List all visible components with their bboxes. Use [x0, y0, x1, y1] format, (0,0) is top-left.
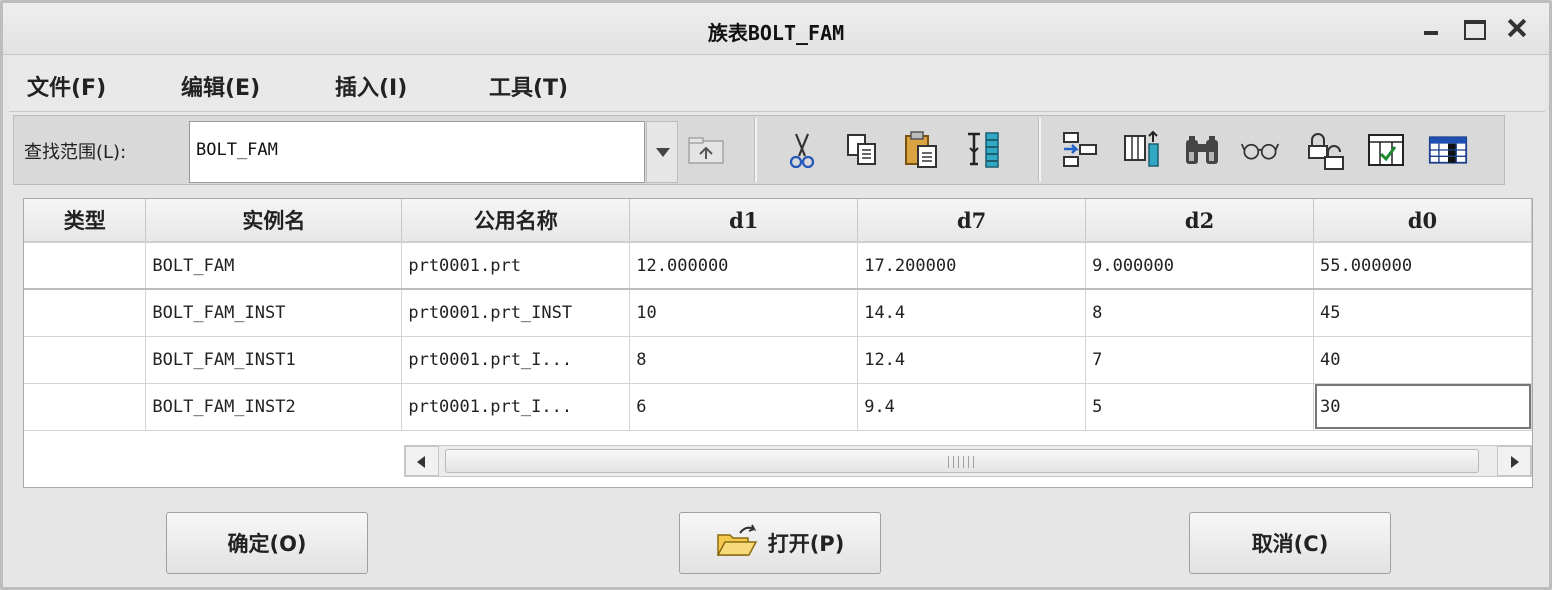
cell-type[interactable] — [24, 383, 147, 431]
cell-d2[interactable]: 5 — [1085, 383, 1315, 431]
cell-d1[interactable]: 8 — [629, 336, 859, 384]
cell-d0[interactable]: 55.000000 — [1313, 242, 1532, 290]
family-table-grid: 类型 实例名 公用名称 d1 d7 d2 d0 BOLT_FAM prt0001… — [23, 198, 1533, 488]
lookin-combo[interactable]: BOLT_FAM — [189, 121, 645, 183]
cell-d1[interactable]: 12.000000 — [629, 242, 859, 290]
maximize-icon[interactable] — [1459, 13, 1489, 43]
cancel-button[interactable]: 取消(C) — [1189, 512, 1391, 574]
cell-d2[interactable]: 8 — [1085, 289, 1315, 337]
toolbar-separator — [1038, 118, 1041, 182]
cell-common-name[interactable]: prt0001.prt_I... — [401, 336, 631, 384]
menu-tools[interactable]: 工具(T) — [489, 70, 568, 102]
cell-d0[interactable]: 45 — [1313, 289, 1532, 337]
cancel-button-label: 取消(C) — [1251, 532, 1329, 556]
instance-table: 类型 实例名 公用名称 d1 d7 d2 d0 BOLT_FAM prt0001… — [24, 199, 1532, 431]
cell-d7[interactable]: 17.200000 — [857, 242, 1087, 290]
paste-icon[interactable] — [902, 128, 942, 172]
window-title: 族表BOLT_FAM — [707, 21, 845, 45]
menu-edit[interactable]: 编辑(E) — [181, 70, 260, 102]
cell-d7[interactable]: 12.4 — [857, 336, 1087, 384]
toolbar-separator — [754, 118, 757, 182]
cell-d1[interactable]: 6 — [629, 383, 859, 431]
find-icon[interactable] — [1182, 128, 1222, 172]
column-header-type[interactable]: 类型 — [24, 199, 147, 243]
column-header-common-name[interactable]: 公用名称 — [401, 199, 631, 243]
open-folder-icon — [716, 523, 760, 564]
cell-instance-name[interactable]: BOLT_FAM_INST — [145, 289, 403, 337]
cell-instance-name[interactable]: BOLT_FAM_INST2 — [145, 383, 403, 431]
cell-instance-name[interactable]: BOLT_FAM_INST1 — [145, 336, 403, 384]
table-row[interactable]: BOLT_FAM_INST1 prt0001.prt_I... 8 12.4 7… — [24, 336, 1532, 384]
column-header-d1[interactable]: d1 — [629, 199, 859, 243]
close-icon[interactable] — [1503, 13, 1533, 43]
open-button[interactable]: 打开(P) — [679, 512, 881, 574]
verify-icon[interactable] — [1366, 128, 1406, 172]
cell-d7[interactable]: 14.4 — [857, 289, 1087, 337]
lock-icon[interactable] — [1306, 128, 1346, 172]
cell-type[interactable] — [24, 336, 147, 384]
table-row[interactable]: BOLT_FAM_INST prt0001.prt_INST 10 14.4 8… — [24, 289, 1532, 337]
cut-icon[interactable] — [782, 128, 822, 172]
preview-icon[interactable] — [1240, 128, 1280, 172]
scrollbar-thumb[interactable] — [445, 449, 1479, 473]
title-bar: 族表BOLT_FAM — [3, 3, 1549, 55]
column-header-d2[interactable]: d2 — [1085, 199, 1315, 243]
cell-type[interactable] — [24, 242, 147, 290]
edit-table-icon[interactable] — [1428, 128, 1468, 172]
ok-button-label: 确定(O) — [227, 532, 307, 556]
cell-type[interactable] — [24, 289, 147, 337]
cell-d7[interactable]: 9.4 — [857, 383, 1087, 431]
cell-common-name[interactable]: prt0001.prt_I... — [401, 383, 631, 431]
cell-d2[interactable]: 7 — [1085, 336, 1315, 384]
lookin-value: BOLT_FAM — [196, 140, 278, 160]
cell-common-name[interactable]: prt0001.prt_INST — [401, 289, 631, 337]
scroll-left-icon[interactable] — [405, 446, 439, 476]
cell-d0[interactable]: 40 — [1313, 336, 1532, 384]
horizontal-scrollbar[interactable] — [404, 445, 1532, 477]
lookin-label: 查找范围(L): — [24, 142, 127, 163]
insert-instance-icon[interactable] — [1060, 128, 1100, 172]
toolbar: 查找范围(L): BOLT_FAM — [13, 115, 1505, 185]
cell-d1[interactable]: 10 — [629, 289, 859, 337]
menu-insert[interactable]: 插入(I) — [335, 70, 407, 102]
ok-button[interactable]: 确定(O) — [166, 512, 368, 574]
scroll-right-icon[interactable] — [1497, 446, 1531, 476]
chevron-down-icon[interactable] — [646, 121, 678, 183]
column-header-d0[interactable]: d0 — [1313, 199, 1532, 243]
cell-instance-name[interactable]: BOLT_FAM — [145, 242, 403, 290]
column-header-d7[interactable]: d7 — [857, 199, 1087, 243]
open-button-label: 打开(P) — [767, 532, 845, 556]
cell-common-name[interactable]: prt0001.prt — [401, 242, 631, 290]
table-row[interactable]: BOLT_FAM_INST2 prt0001.prt_I... 6 9.4 5 … — [24, 383, 1532, 431]
menu-bar: 文件(F) 编辑(E) 插入(I) 工具(T) — [9, 56, 1545, 112]
copy-icon[interactable] — [842, 128, 882, 172]
table-row[interactable]: BOLT_FAM prt0001.prt 12.000000 17.200000… — [24, 242, 1532, 290]
up-folder-icon[interactable] — [686, 128, 726, 172]
cell-d0-editing[interactable]: 30 — [1313, 383, 1532, 431]
add-column-icon[interactable] — [1122, 128, 1162, 172]
column-header-instance-name[interactable]: 实例名 — [145, 199, 403, 243]
minimize-icon[interactable] — [1417, 13, 1447, 43]
fill-table-icon[interactable] — [964, 128, 1004, 172]
cell-d2[interactable]: 9.000000 — [1085, 242, 1315, 290]
family-table-dialog: 族表BOLT_FAM 文件(F) 编辑(E) 插入(I) 工具(T) 查找范围(… — [0, 0, 1552, 590]
scrollbar-grip — [948, 456, 974, 468]
menu-file[interactable]: 文件(F) — [27, 70, 106, 102]
table-header-row: 类型 实例名 公用名称 d1 d7 d2 d0 — [24, 199, 1532, 243]
